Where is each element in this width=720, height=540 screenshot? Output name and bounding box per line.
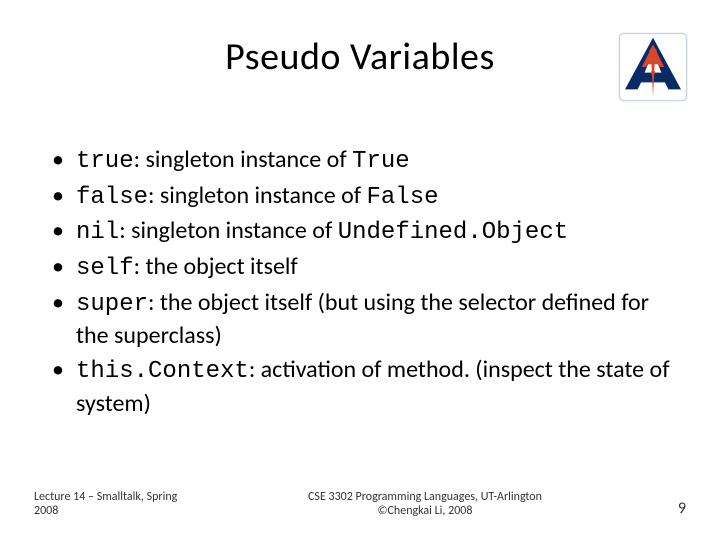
footer-left: Lecture 14 – Smalltalk, Spring 2008 <box>34 490 204 518</box>
list-item: false: singleton instance of False <box>52 180 686 214</box>
bullet-list: true: singleton instance of True false: … <box>52 144 686 419</box>
footer-copyright: ©Chengkai Li, 2008 <box>204 504 646 518</box>
list-item: nil: singleton instance of Undefined.Obj… <box>52 215 686 249</box>
uta-logo <box>618 32 688 102</box>
footer-course: CSE 3302 Programming Languages, UT-Arlin… <box>204 490 646 504</box>
list-item: self: the object itself <box>52 251 686 285</box>
page-number: 9 <box>646 499 686 518</box>
bullet-text: : the object itself (but using the selec… <box>76 288 649 351</box>
bullet-text: : singleton instance of <box>148 181 366 210</box>
bullet-text: : the object itself <box>134 252 298 281</box>
code-keyword: self <box>76 255 134 282</box>
code-classname: Undefined.Object <box>338 219 568 246</box>
slide: Pseudo Variables true: singleton instanc… <box>0 0 720 540</box>
list-item: this.Context: activation of method. (ins… <box>52 354 686 419</box>
uta-a-icon <box>618 32 688 102</box>
bullet-text: : singleton instance of <box>134 145 352 174</box>
footer-center: CSE 3302 Programming Languages, UT-Arlin… <box>204 490 646 518</box>
code-keyword: this.Context <box>76 358 249 385</box>
list-item: super: the object itself (but using the … <box>52 287 686 352</box>
slide-title: Pseudo Variables <box>34 34 686 80</box>
code-keyword: super <box>76 291 148 318</box>
footer: Lecture 14 – Smalltalk, Spring 2008 CSE … <box>0 490 720 518</box>
code-classname: True <box>352 148 410 175</box>
code-keyword: true <box>76 148 134 175</box>
code-keyword: nil <box>76 219 119 246</box>
code-classname: False <box>367 184 439 211</box>
code-keyword: false <box>76 184 148 211</box>
bullet-text: : singleton instance of <box>119 216 337 245</box>
list-item: true: singleton instance of True <box>52 144 686 178</box>
